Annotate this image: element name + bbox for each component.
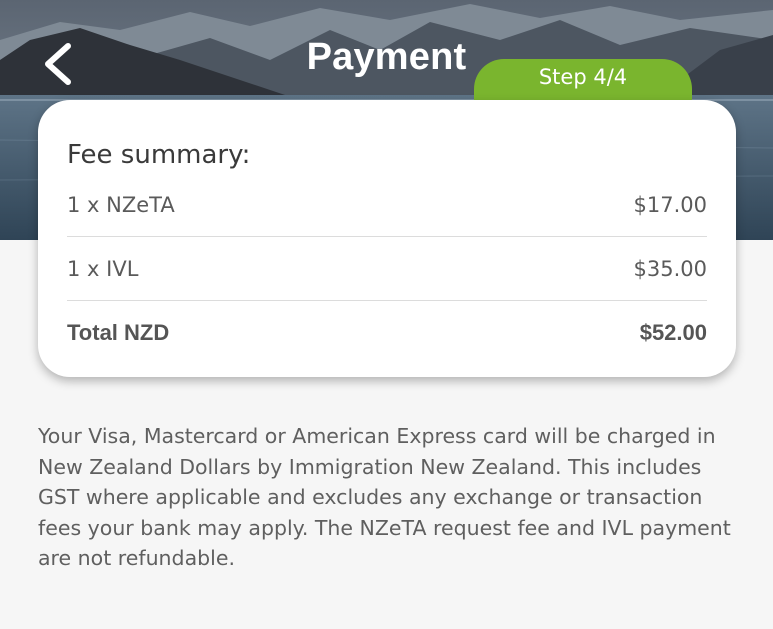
fee-item-label: 1 x IVL	[67, 256, 139, 281]
total-amount: $52.00	[639, 319, 707, 345]
fee-item-amount: $17.00	[633, 192, 707, 217]
fee-row-total: Total NZD $52.00	[67, 301, 707, 364]
fee-item-label: 1 x NZeTA	[67, 192, 175, 217]
fee-summary-title: Fee summary:	[67, 140, 251, 170]
fee-item-amount: $35.00	[633, 256, 707, 281]
fee-row-nzeta: 1 x NZeTA $17.00	[67, 173, 707, 237]
total-label: Total NZD	[67, 319, 170, 345]
fee-summary-card: Fee summary: 1 x NZeTA $17.00 1 x IVL $3…	[38, 100, 736, 377]
payment-disclaimer-text: Your Visa, Mastercard or American Expres…	[38, 424, 731, 570]
fee-row-ivl: 1 x IVL $35.00	[67, 237, 707, 301]
